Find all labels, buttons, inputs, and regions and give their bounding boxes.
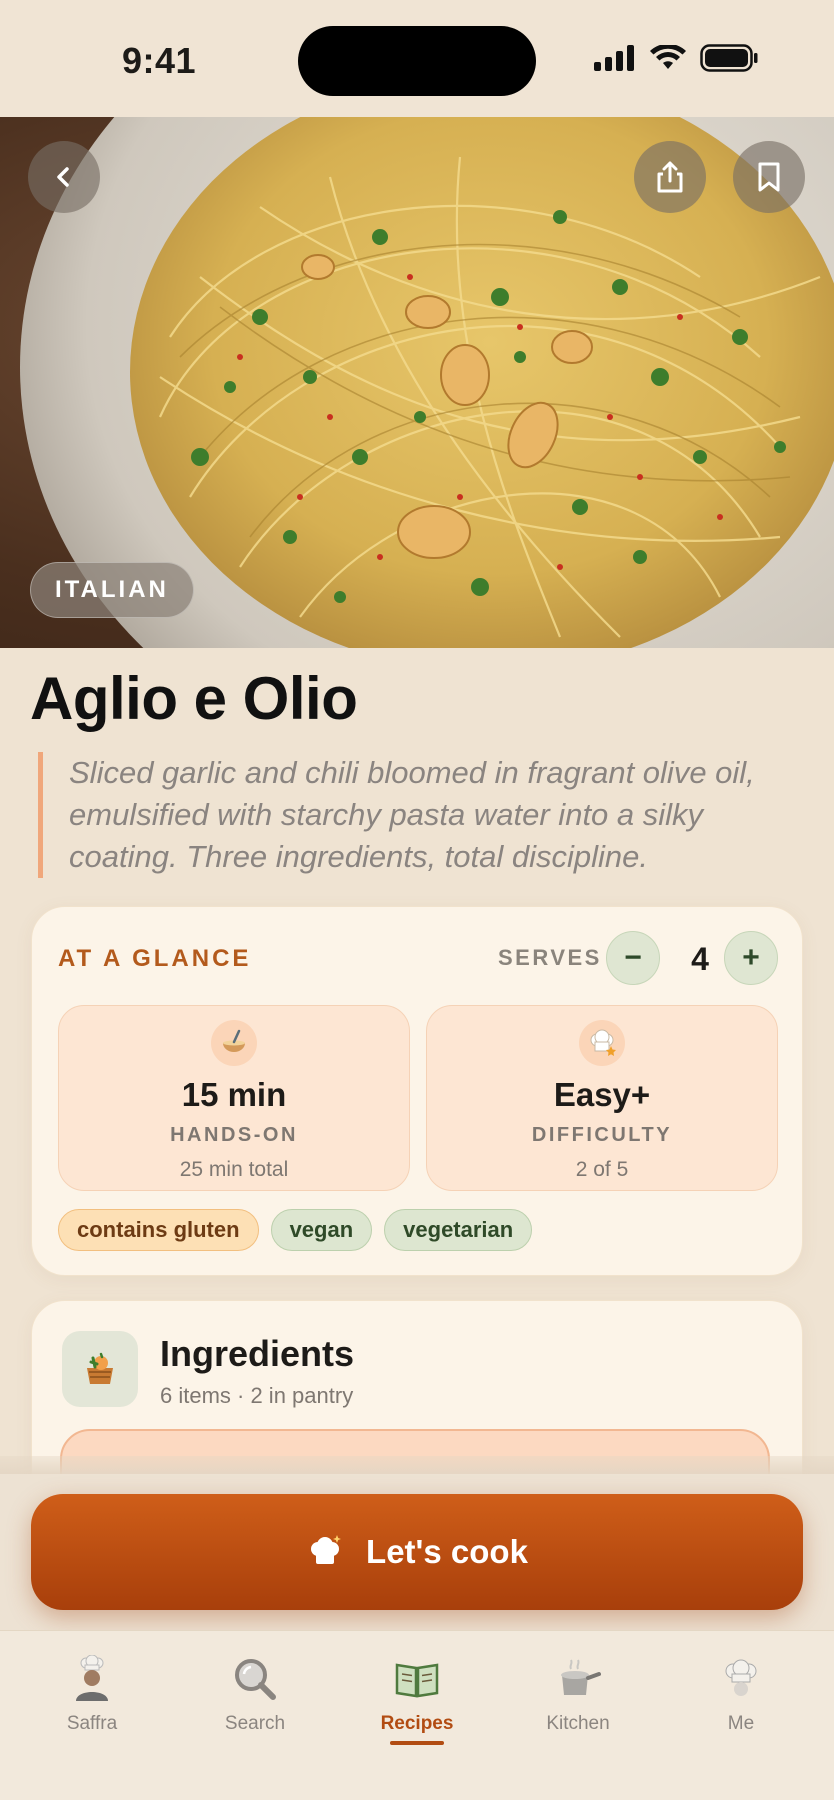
status-time: 9:41: [122, 40, 197, 81]
tag-vegetarian: vegetarian: [384, 1209, 533, 1251]
status-bar: 9:41: [0, 0, 834, 117]
basket-icon: [62, 1331, 138, 1407]
book-icon: [395, 1663, 439, 1698]
difficulty-label: DIFFICULTY: [531, 1124, 673, 1146]
total-time: 25 min total: [179, 1158, 289, 1181]
bottom-fade: [0, 1456, 834, 1476]
hands-on-time: 15 min: [181, 1076, 287, 1113]
serves-increase-button[interactable]: +: [724, 931, 778, 985]
lets-cook-label: Let's cook: [366, 1533, 528, 1570]
pot-icon: [561, 1659, 601, 1695]
dietary-tags: contains gluten vegan vegetarian: [58, 1209, 533, 1251]
whisk-bowl-icon: [211, 1020, 257, 1066]
bookmark-icon: [758, 162, 780, 192]
cuisine-badge: ITALIAN: [30, 562, 194, 618]
ingredients-meta: 6 items · 2 in pantry: [160, 1383, 354, 1408]
difficulty-value: Easy+: [553, 1076, 651, 1113]
hero-image: ITALIAN: [0, 117, 834, 648]
serves-decrease-button[interactable]: −: [606, 931, 660, 985]
tab-search[interactable]: Search: [185, 1653, 325, 1735]
recipe-description: Sliced garlic and chili bloomed in fragr…: [38, 752, 778, 878]
at-a-glance-card: AT A GLANCE SERVES − 4 + 15 min HANDS-ON…: [31, 906, 803, 1276]
tag-contains-gluten: contains gluten: [58, 1209, 259, 1251]
share-icon: [657, 161, 683, 193]
difficulty-scale: 2 of 5: [575, 1158, 629, 1181]
active-tab-indicator: [390, 1741, 444, 1745]
tab-me[interactable]: Me: [671, 1653, 811, 1735]
hands-on-label: HANDS-ON: [170, 1124, 298, 1146]
battery-icon: [700, 44, 758, 72]
tab-label: Me: [727, 1713, 755, 1734]
signal-icon: [594, 45, 634, 71]
tab-bar: Saffra Search Recipes Kitchen Me: [0, 1630, 834, 1800]
tab-label: Recipes: [380, 1713, 454, 1734]
back-button[interactable]: [28, 141, 100, 213]
tab-label: Search: [224, 1713, 286, 1734]
difficulty-stat: Easy+ DIFFICULTY 2 of 5: [426, 1005, 778, 1191]
chef-hat-icon: [725, 1659, 757, 1696]
chef-hat-icon: [311, 1535, 342, 1564]
status-icons: [594, 44, 758, 72]
serves-label: SERVES: [498, 945, 602, 970]
tab-kitchen[interactable]: Kitchen: [508, 1653, 648, 1735]
recipe-title: Aglio e Olio: [30, 665, 358, 732]
tab-label: Kitchen: [546, 1713, 610, 1734]
tab-saffra[interactable]: Saffra: [22, 1653, 162, 1735]
chef-hat-icon: [579, 1020, 625, 1066]
time-stat: 15 min HANDS-ON 25 min total: [58, 1005, 410, 1191]
chef-avatar-icon: [76, 1655, 108, 1701]
glance-heading: AT A GLANCE: [58, 945, 252, 972]
serves-value: 4: [691, 941, 709, 977]
tab-label: Saffra: [66, 1713, 118, 1734]
ingredients-title: Ingredients: [160, 1333, 355, 1374]
bookmark-button[interactable]: [733, 141, 805, 213]
lets-cook-button[interactable]: Let's cook: [31, 1494, 803, 1610]
wifi-icon: [650, 45, 686, 69]
share-button[interactable]: [634, 141, 706, 213]
search-icon: [235, 1659, 276, 1700]
tab-recipes[interactable]: Recipes: [347, 1653, 487, 1745]
tag-vegan: vegan: [270, 1209, 373, 1251]
dynamic-island: [298, 26, 536, 96]
chevron-left-icon: [57, 167, 69, 187]
